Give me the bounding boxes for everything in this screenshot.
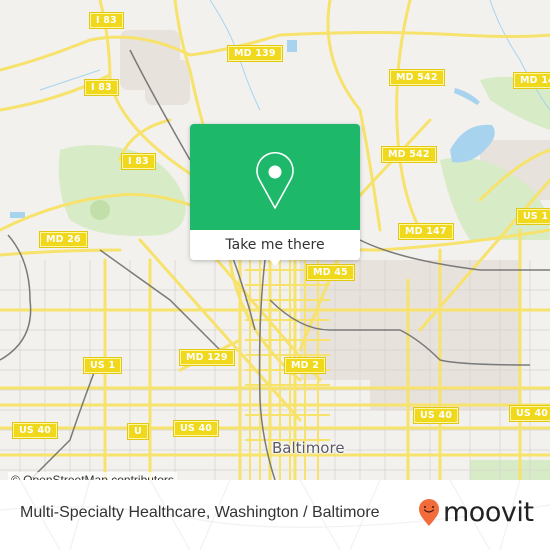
route-shield-md147: MD 147 (398, 223, 454, 240)
moovit-logo[interactable]: moovit (418, 497, 534, 528)
popup-header (190, 124, 360, 230)
route-shield-i83: I 83 (84, 79, 119, 96)
route-shield-us40: US 40 (172, 420, 220, 437)
route-shield-i83: I 83 (89, 12, 124, 29)
route-shield-us40: US 40 (508, 405, 550, 422)
route-shield-md2: MD 2 (283, 357, 327, 374)
route-shield-md542: MD 542 (381, 146, 437, 163)
map-pin-icon (256, 152, 294, 209)
route-shield-us1: US 1 (82, 357, 123, 374)
route-shield-us40: US 40 (11, 422, 59, 439)
place-title: Multi-Specialty Healthcare, Washington /… (20, 504, 380, 521)
route-shield-md45: MD 45 (306, 264, 355, 281)
popup-pointer (268, 258, 282, 266)
map-attribution[interactable]: © OpenStreetMap contributors (8, 472, 177, 480)
route-shield-i83: I 83 (121, 153, 156, 170)
route-shield-us40: US 40 (412, 407, 460, 424)
moovit-pin-smile-icon (419, 499, 439, 526)
map-view[interactable]: I 83 I 83 I 83 MD 139 MD 542 MD 542 MD 1… (0, 0, 550, 480)
location-popup: Take me there (190, 124, 360, 266)
moovit-wordmark: moovit (443, 497, 534, 528)
route-shield-us1: US 1 (515, 208, 550, 225)
route-shield-md542: MD 542 (389, 69, 445, 86)
route-shield-us40-partial: U (127, 423, 149, 440)
city-label: Baltimore (272, 439, 345, 457)
route-shield-md26: MD 26 (39, 231, 88, 248)
route-shield-md129: MD 129 (179, 349, 235, 366)
footer-bar: Multi-Specialty Healthcare, Washington /… (0, 480, 550, 550)
route-shield-md14: MD 14 (513, 72, 550, 89)
route-shield-md139: MD 139 (227, 45, 283, 62)
take-me-there-button[interactable]: Take me there (190, 230, 360, 260)
